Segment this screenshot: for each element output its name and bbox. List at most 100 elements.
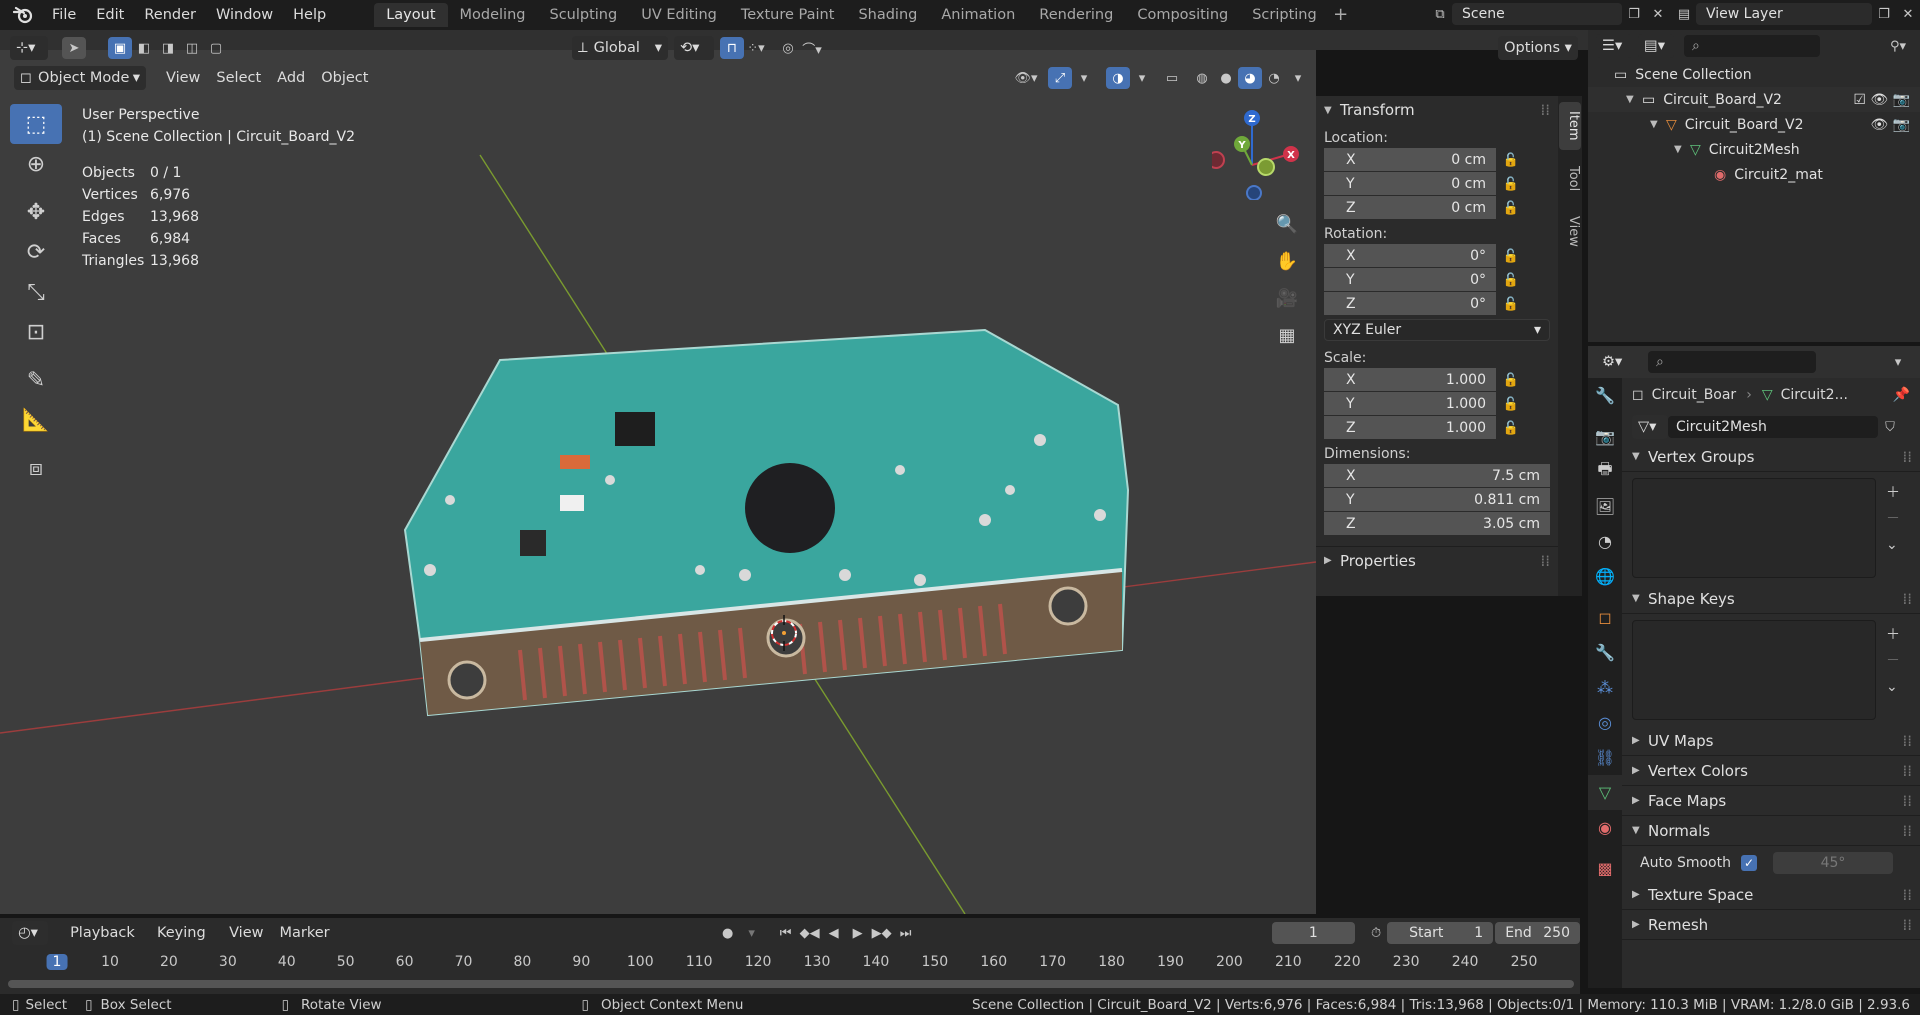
keyframe-dropdown-icon[interactable]: ▾ bbox=[740, 922, 764, 944]
rotate-tool-icon[interactable]: ⟳ bbox=[10, 232, 62, 272]
jump-end-icon[interactable]: ⏭ bbox=[894, 922, 918, 944]
end-frame-field[interactable]: End 250 bbox=[1495, 922, 1580, 944]
scene-tab-icon[interactable]: ◔ bbox=[1588, 524, 1622, 559]
material-shading-icon[interactable]: ◕ bbox=[1238, 67, 1262, 89]
fake-user-shield-icon[interactable]: ⛉ bbox=[1878, 416, 1902, 438]
proportional-edit-icon[interactable]: ◎ bbox=[776, 37, 800, 59]
move-tool-icon[interactable]: ✥ bbox=[10, 192, 62, 232]
render-tab-icon[interactable]: 📷 bbox=[1588, 419, 1622, 454]
tab-uv-editing[interactable]: UV Editing bbox=[629, 3, 729, 27]
circuit-board-model[interactable] bbox=[403, 328, 1130, 717]
gizmo-neg-y[interactable] bbox=[1257, 158, 1275, 176]
add-icon[interactable]: ＋ bbox=[1886, 480, 1900, 506]
visibility-toggle-icon[interactable]: 👁 📷 bbox=[1870, 117, 1910, 133]
viewport-menu-object[interactable]: Object bbox=[313, 66, 376, 90]
lock-icon[interactable]: 🔓 bbox=[1496, 249, 1526, 264]
properties-search-input[interactable]: ⌕ bbox=[1648, 351, 1816, 373]
measure-tool-icon[interactable]: 📐 bbox=[10, 400, 62, 440]
world-tab-icon[interactable]: 🌐 bbox=[1588, 559, 1622, 594]
select-intersect-icon[interactable]: ▢ bbox=[204, 37, 228, 59]
remove-icon[interactable]: － bbox=[1886, 506, 1900, 532]
proportional-falloff-icon[interactable]: ⌒▾ bbox=[800, 37, 824, 59]
lock-icon[interactable]: 🔓 bbox=[1496, 201, 1526, 216]
properties-editor-type[interactable]: ⚙▾ bbox=[1596, 350, 1632, 374]
dimension-z-field[interactable]: Z 3.05 cm bbox=[1324, 512, 1550, 535]
mode-dropdown[interactable]: ◻ Object Mode ▾ bbox=[14, 66, 146, 90]
tab-animation[interactable]: Animation bbox=[929, 3, 1027, 27]
cursor-tool-icon[interactable]: ⊕ bbox=[10, 144, 62, 184]
checkbox-icon[interactable]: ☑ 👁 📷 bbox=[1853, 92, 1910, 108]
snap-target-icon[interactable]: ⁘▾ bbox=[744, 37, 768, 59]
select-subtract-icon[interactable]: ◨ bbox=[156, 37, 180, 59]
lock-icon[interactable]: 🔓 bbox=[1496, 177, 1526, 192]
menu-render[interactable]: Render bbox=[134, 0, 206, 30]
menu-help[interactable]: Help bbox=[283, 0, 336, 30]
new-view-layer-icon[interactable]: ❐ bbox=[1872, 3, 1896, 25]
marker-menu[interactable]: Marker bbox=[272, 921, 338, 945]
scale-x-field[interactable]: X 1.000 bbox=[1324, 368, 1496, 391]
scale-z-field[interactable]: Z 1.000 bbox=[1324, 416, 1496, 439]
select-invert-icon[interactable]: ◫ bbox=[180, 37, 204, 59]
location-y-field[interactable]: Y0 cm bbox=[1324, 172, 1496, 195]
delete-scene-icon[interactable]: ✕ bbox=[1646, 3, 1670, 25]
stopwatch-icon[interactable]: ⏱ bbox=[1365, 922, 1387, 944]
tab-texture-paint[interactable]: Texture Paint bbox=[729, 3, 847, 27]
mesh-browse-icon[interactable]: ▽▾ bbox=[1632, 415, 1668, 439]
outliner-item-collection[interactable]: ▼ ▭ Circuit_Board_V2 ☑ 👁 📷 bbox=[1588, 87, 1920, 112]
lock-icon[interactable]: 🔓 bbox=[1496, 373, 1526, 388]
tab-compositing[interactable]: Compositing bbox=[1125, 3, 1240, 27]
select-tool-icon[interactable]: ➤ bbox=[62, 37, 86, 59]
start-frame-field[interactable]: Start 1 bbox=[1387, 922, 1494, 944]
tab-scripting[interactable]: Scripting bbox=[1240, 3, 1328, 27]
output-tab-icon[interactable]: 🖶 bbox=[1588, 454, 1622, 489]
outliner-editor-type[interactable]: ☰▾ bbox=[1596, 34, 1632, 58]
lock-icon[interactable]: 🔓 bbox=[1496, 421, 1526, 436]
transform-orientation-dropdown[interactable]: ⟂ Global ▾ bbox=[572, 36, 668, 60]
material-tab-icon[interactable]: ◉ bbox=[1588, 810, 1622, 845]
outliner-item-material[interactable]: ◉ Circuit2_mat bbox=[1588, 162, 1920, 187]
dimension-x-field[interactable]: X 7.5 cm bbox=[1324, 464, 1550, 487]
view-layer-field[interactable]: View Layer bbox=[1696, 3, 1872, 25]
overlay-dropdown-icon[interactable]: ▾ bbox=[1130, 67, 1154, 89]
outliner-item-object[interactable]: ▼ ▽ Circuit_Board_V2 👁 📷 bbox=[1588, 112, 1920, 137]
jump-start-icon[interactable]: ⏮ bbox=[774, 922, 798, 944]
remesh-header[interactable]: ▶ Remesh ⁞⁞ bbox=[1622, 910, 1920, 940]
chevron-down-icon[interactable]: ⌄ bbox=[1886, 674, 1900, 700]
play-reverse-icon[interactable]: ◀ bbox=[822, 922, 846, 944]
playback-menu[interactable]: Playback ▾ bbox=[62, 921, 149, 965]
select-extend-icon[interactable]: ◧ bbox=[132, 37, 156, 59]
rotation-x-field[interactable]: X 0° bbox=[1324, 244, 1496, 267]
properties-options-icon[interactable]: ▾ bbox=[1886, 351, 1910, 373]
timeline-ruler[interactable]: 1 10 20 30 40 50 60 70 80 90 100 110 120 130 140 150 160… bbox=[0, 948, 1580, 994]
select-box-tool-icon[interactable]: ⬚ bbox=[10, 104, 62, 144]
add-icon[interactable]: ＋ bbox=[1886, 622, 1900, 648]
lock-icon[interactable]: 🔓 bbox=[1496, 153, 1526, 168]
auto-smooth-angle-field[interactable]: 45° bbox=[1772, 852, 1893, 874]
texture-space-header[interactable]: ▶ Texture Space ⁞⁞ bbox=[1622, 880, 1920, 910]
lock-icon[interactable]: 🔓 bbox=[1496, 297, 1526, 312]
keying-menu[interactable]: Keying ▾ bbox=[149, 921, 221, 965]
navigation-gizmo[interactable]: Z X Y bbox=[1212, 110, 1302, 200]
tab-modeling[interactable]: Modeling bbox=[448, 3, 538, 27]
shape-keys-header[interactable]: ▼ Shape Keys ⁞⁞ bbox=[1622, 584, 1920, 614]
gizmo-dropdown-icon[interactable]: ▾ bbox=[1072, 67, 1096, 89]
particles-tab-icon[interactable]: ⁂ bbox=[1588, 670, 1622, 705]
modifier-tab-icon[interactable]: 🔧 bbox=[1588, 635, 1622, 670]
view-layer-tab-icon[interactable]: 🖼 bbox=[1588, 489, 1622, 524]
tab-rendering[interactable]: Rendering bbox=[1027, 3, 1125, 27]
sidebar-tab-item[interactable]: Item bbox=[1559, 102, 1581, 150]
scale-tool-icon[interactable]: ⤡ bbox=[10, 272, 62, 312]
outliner-scene-collection[interactable]: ▭ Scene Collection bbox=[1588, 62, 1920, 87]
new-scene-icon[interactable]: ❐ bbox=[1622, 3, 1646, 25]
face-maps-header[interactable]: ▶ Face Maps ⁞⁞ bbox=[1622, 786, 1920, 816]
shape-keys-list[interactable] bbox=[1632, 620, 1876, 720]
play-icon[interactable]: ▶ bbox=[846, 922, 870, 944]
blender-logo-icon[interactable] bbox=[10, 2, 36, 28]
sidebar-tab-tool[interactable]: Tool bbox=[1559, 156, 1581, 202]
current-frame-field[interactable]: 1 bbox=[1271, 922, 1355, 944]
constraints-tab-icon[interactable]: ⛓ bbox=[1588, 740, 1622, 775]
outliner-item-mesh[interactable]: ▼ ▽ Circuit2Mesh bbox=[1588, 137, 1920, 162]
transform-tool-icon[interactable]: ⊡ bbox=[10, 312, 62, 352]
menu-edit[interactable]: Edit bbox=[86, 0, 134, 30]
overlay-toggle-icon[interactable]: ◑ bbox=[1106, 67, 1130, 89]
